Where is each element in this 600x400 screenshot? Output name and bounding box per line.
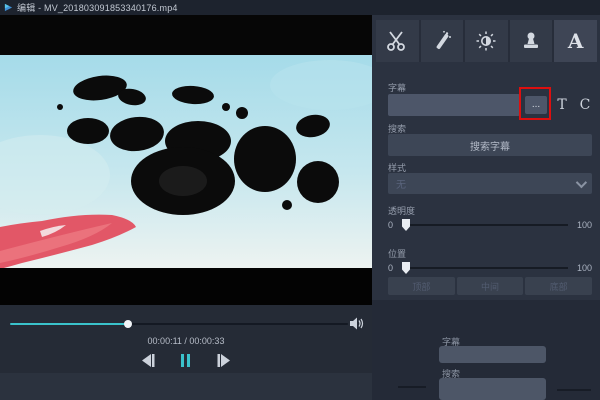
app-logo-icon bbox=[4, 3, 13, 12]
text-style-c-button[interactable]: C bbox=[575, 94, 595, 116]
divider-dash-left bbox=[398, 386, 426, 388]
align-bottom-button[interactable]: 底部 bbox=[525, 277, 592, 295]
tab-adjust[interactable] bbox=[465, 20, 508, 62]
bottom-form-section: 字幕 搜索 bbox=[372, 300, 600, 400]
bottom-subtitle-input[interactable] bbox=[439, 346, 546, 363]
video-pane: 00:00:11 / 00:00:33 bbox=[0, 15, 372, 400]
editor-window: 编辑 - MV_201803091853340176.mp4 bbox=[0, 0, 600, 400]
letterbox-bottom bbox=[0, 268, 372, 305]
seek-thumb[interactable] bbox=[124, 320, 132, 328]
subtitle-label: 字幕 bbox=[388, 81, 406, 94]
video-frame-art bbox=[0, 55, 372, 268]
title-bar: 编辑 - MV_201803091853340176.mp4 bbox=[0, 0, 600, 15]
prev-frame-button[interactable] bbox=[140, 353, 156, 367]
tool-tabs: A bbox=[376, 20, 597, 62]
align-buttons: 顶部 中间 底部 bbox=[388, 277, 592, 295]
subtitle-input[interactable] bbox=[388, 94, 520, 116]
bottom-search-input[interactable] bbox=[439, 378, 546, 400]
next-frame-button[interactable] bbox=[216, 353, 232, 367]
position-slider[interactable]: 0 100 bbox=[388, 261, 592, 275]
tab-watermark[interactable] bbox=[510, 20, 553, 62]
pause-button[interactable] bbox=[178, 353, 194, 367]
video-preview[interactable] bbox=[0, 55, 372, 268]
brightness-icon bbox=[475, 30, 497, 52]
chevron-down-icon bbox=[576, 176, 587, 187]
volume-icon[interactable] bbox=[350, 317, 364, 330]
position-label: 位置 bbox=[388, 247, 406, 260]
position-max-label: 100 bbox=[572, 263, 592, 273]
align-top-button[interactable]: 顶部 bbox=[388, 277, 455, 295]
window-title: 编辑 - MV_201803091853340176.mp4 bbox=[17, 1, 178, 14]
opacity-min-label: 0 bbox=[388, 220, 398, 230]
tab-effects[interactable] bbox=[421, 20, 464, 62]
search-subtitle-button[interactable]: 搜索字幕 bbox=[388, 134, 592, 156]
opacity-slider[interactable]: 0 100 bbox=[388, 218, 592, 232]
time-display: 00:00:11 / 00:00:33 bbox=[0, 336, 372, 346]
style-dropdown-value: 无 bbox=[396, 176, 576, 191]
tab-cut[interactable] bbox=[376, 20, 419, 62]
left-footer bbox=[0, 373, 372, 400]
position-min-label: 0 bbox=[388, 263, 398, 273]
tab-text[interactable]: A bbox=[554, 20, 597, 62]
position-slider-track[interactable] bbox=[402, 267, 568, 269]
opacity-slider-thumb[interactable] bbox=[402, 219, 410, 231]
letter-a-icon: A bbox=[568, 29, 584, 53]
position-slider-thumb[interactable] bbox=[402, 262, 410, 274]
scissors-icon bbox=[386, 30, 408, 52]
opacity-label: 透明度 bbox=[388, 204, 415, 217]
text-style-t-button[interactable]: T bbox=[552, 94, 572, 116]
player-controls: 00:00:11 / 00:00:33 bbox=[0, 305, 372, 373]
seek-bar-fill bbox=[10, 323, 128, 325]
opacity-slider-track[interactable] bbox=[402, 224, 568, 226]
align-middle-button[interactable]: 中间 bbox=[457, 277, 524, 295]
style-dropdown[interactable]: 无 bbox=[388, 173, 592, 194]
subtitle-panel: A 字幕 ... T C 搜索 搜索字幕 样式 无 透明度 0 100 位置 0 bbox=[372, 15, 600, 400]
letterbox-top bbox=[0, 15, 372, 55]
divider-dash-right bbox=[557, 389, 591, 391]
seek-bar[interactable] bbox=[10, 323, 348, 325]
browse-subtitle-button[interactable]: ... bbox=[525, 96, 547, 114]
magic-wand-icon bbox=[431, 30, 453, 52]
stamp-icon bbox=[520, 30, 542, 52]
opacity-max-label: 100 bbox=[572, 220, 592, 230]
